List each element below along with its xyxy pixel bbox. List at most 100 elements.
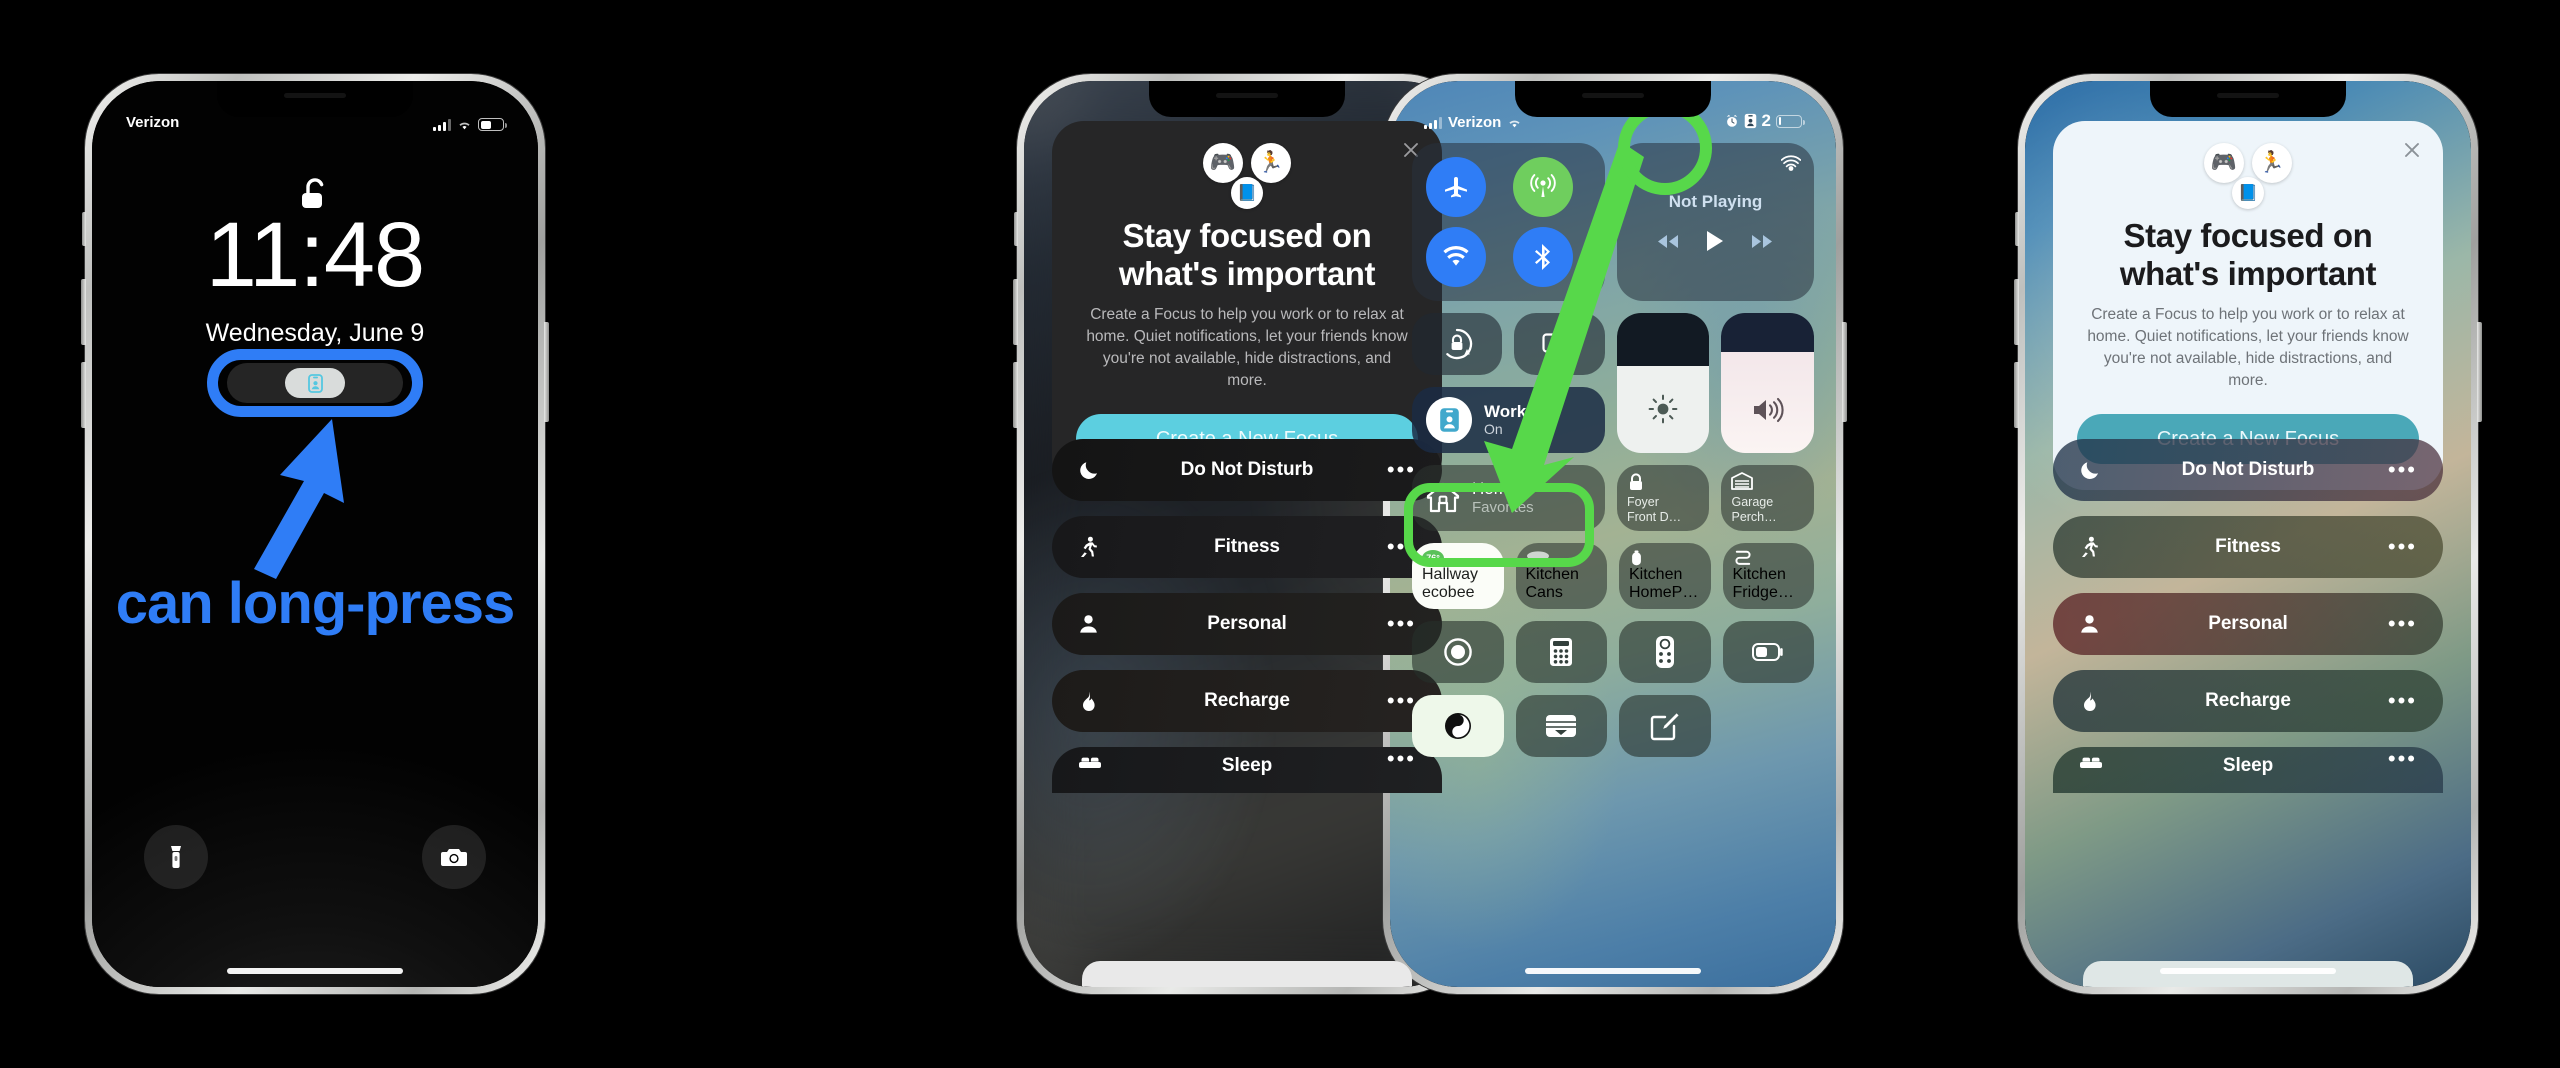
running-person-emoji: 🏃 bbox=[2252, 143, 2292, 183]
game-controller-emoji: 🎮 bbox=[2204, 143, 2244, 183]
silent-switch[interactable] bbox=[2015, 212, 2019, 246]
screenshot-canvas: Verizon 11:48 Wednesday, June 9 can long… bbox=[0, 0, 2560, 1068]
camera-icon[interactable] bbox=[422, 825, 486, 889]
apple-tv-remote-tile[interactable] bbox=[1619, 621, 1711, 683]
annotation-highlight-rect bbox=[1404, 483, 1594, 567]
lock-screen-date: Wednesday, June 9 bbox=[205, 319, 425, 347]
flame-drop-icon bbox=[2079, 690, 2109, 712]
volume-slider[interactable] bbox=[1721, 313, 1815, 453]
focus-emoji-cluster: 🎮 🏃 📘 bbox=[2077, 143, 2419, 211]
fast-forward-icon[interactable] bbox=[1751, 234, 1773, 249]
dark-mode-tile[interactable] bbox=[1412, 695, 1504, 757]
silent-switch[interactable] bbox=[82, 212, 86, 246]
accessory-label: Hallway ecobee bbox=[1422, 566, 1479, 601]
volume-up-button[interactable] bbox=[81, 279, 86, 345]
focus-card-title: Stay focused on what's important bbox=[1118, 217, 1376, 292]
more-options-icon[interactable]: ••• bbox=[2387, 748, 2417, 770]
volume-up-button[interactable] bbox=[1013, 279, 1018, 345]
focus-row-fitness[interactable]: Fitness ••• bbox=[1052, 516, 1442, 578]
volume-down-button[interactable] bbox=[81, 362, 86, 428]
screen-record-tile[interactable] bbox=[1412, 621, 1504, 683]
flashlight-icon[interactable] bbox=[144, 825, 208, 889]
wallet-tile[interactable] bbox=[1515, 695, 1607, 757]
screen: Verizon bbox=[92, 81, 538, 987]
home-accessory-kitchen-homepod[interactable]: Kitchen HomeP… bbox=[1619, 543, 1711, 609]
focus-intro-card: 🎮 🏃 📘 Stay focused on what's important C… bbox=[1052, 121, 1442, 491]
accessory-label: Kitchen Fridge… bbox=[1732, 566, 1794, 601]
focus-list: Do Not Disturb ••• Fitness ••• Personal … bbox=[1052, 439, 1442, 808]
screen-record-icon bbox=[1443, 638, 1472, 666]
focus-row-label: Personal bbox=[2208, 613, 2288, 634]
wifi-icon bbox=[459, 122, 470, 129]
wifi-icon bbox=[1509, 120, 1520, 127]
notes-icon bbox=[1650, 713, 1679, 741]
focus-row-personal[interactable]: Personal ••• bbox=[2053, 593, 2443, 655]
outlet-strip-icon bbox=[1735, 550, 1750, 565]
focus-row-fitness[interactable]: Fitness ••• bbox=[2053, 516, 2443, 578]
annotation-highlight-oval bbox=[207, 349, 423, 417]
more-options-icon[interactable]: ••• bbox=[2387, 689, 2417, 711]
more-options-icon[interactable]: ••• bbox=[2387, 458, 2417, 480]
control-center-apps bbox=[1412, 621, 1814, 757]
phone-3-control-center: Verizon 2 Not Playing Work On Home Favor… bbox=[1379, 74, 1847, 994]
carrier-label: Verizon bbox=[1448, 114, 1502, 131]
notch bbox=[1515, 81, 1711, 117]
volume-up-button[interactable] bbox=[2014, 279, 2019, 345]
more-options-icon[interactable]: ••• bbox=[2387, 612, 2417, 634]
running-person-icon bbox=[2079, 536, 2109, 558]
side-power-button[interactable] bbox=[1842, 322, 1847, 422]
focus-row-personal[interactable]: Personal ••• bbox=[1052, 593, 1442, 655]
cellular-bars-icon bbox=[433, 118, 451, 131]
bed-icon bbox=[1078, 755, 1108, 771]
focus-card-body: Create a Focus to help you work or to re… bbox=[1086, 306, 1408, 390]
home-indicator[interactable] bbox=[2160, 968, 2336, 974]
focus-row-label: Fitness bbox=[1214, 536, 1280, 557]
brightness-icon bbox=[1648, 394, 1678, 429]
focus-row-recharge[interactable]: Recharge ••• bbox=[1052, 670, 1442, 732]
accessory-label: Garage Perch… bbox=[1731, 495, 1777, 524]
calculator-tile[interactable] bbox=[1515, 621, 1607, 683]
home-indicator[interactable] bbox=[1525, 968, 1701, 974]
moon-icon bbox=[2079, 459, 2109, 481]
notch bbox=[217, 81, 413, 117]
airplay-icon[interactable] bbox=[1780, 154, 1802, 179]
silent-switch[interactable] bbox=[1014, 212, 1018, 246]
focus-row-do-not-disturb[interactable]: Do Not Disturb ••• bbox=[2053, 439, 2443, 501]
volume-down-button[interactable] bbox=[2014, 362, 2019, 428]
apple-tv-remote-icon bbox=[1655, 636, 1674, 668]
accessory-label: Kitchen Cans bbox=[1525, 566, 1579, 601]
annotation-arrow-up bbox=[220, 411, 360, 586]
game-controller-emoji: 🎮 bbox=[1203, 143, 1243, 183]
book-emoji: 📘 bbox=[1231, 177, 1263, 209]
focus-card-body: Create a Focus to help you work or to re… bbox=[2087, 306, 2409, 390]
lock-screen-time: 11:48 bbox=[205, 204, 425, 306]
book-emoji: 📘 bbox=[2232, 177, 2264, 209]
more-options-icon[interactable]: ••• bbox=[2387, 535, 2417, 557]
flame-drop-icon bbox=[1078, 690, 1108, 712]
annotation-caption: can long-press bbox=[115, 571, 516, 636]
cellular-bars-icon bbox=[1424, 116, 1442, 129]
volume-icon bbox=[1752, 396, 1784, 429]
side-power-button[interactable] bbox=[2477, 322, 2482, 422]
volume-down-button[interactable] bbox=[1013, 362, 1018, 428]
battery-icon bbox=[478, 118, 507, 131]
focus-row-sleep[interactable]: Sleep ••• bbox=[1052, 747, 1442, 793]
home-accessory-garage[interactable]: Garage Perch… bbox=[1721, 465, 1815, 531]
side-power-button[interactable] bbox=[544, 322, 549, 422]
dark-mode-icon bbox=[1444, 713, 1471, 739]
bed-icon bbox=[2079, 755, 2109, 771]
work-focus-icon bbox=[1744, 113, 1756, 129]
focus-row-label: Recharge bbox=[1204, 690, 1290, 711]
focus-intro-card: 🎮 🏃 📘 Stay focused on what's important C… bbox=[2053, 121, 2443, 491]
focus-row-do-not-disturb[interactable]: Do Not Disturb ••• bbox=[1052, 439, 1442, 501]
play-icon[interactable] bbox=[1705, 230, 1725, 252]
home-indicator[interactable] bbox=[227, 968, 403, 974]
focus-row-recharge[interactable]: Recharge ••• bbox=[2053, 670, 2443, 732]
annotation-arrow-down-green bbox=[1448, 135, 1648, 520]
rewind-icon[interactable] bbox=[1657, 234, 1679, 249]
notes-tile[interactable] bbox=[1619, 695, 1711, 757]
focus-row-label: Fitness bbox=[2215, 536, 2281, 557]
home-accessory-kitchen-fridge[interactable]: Kitchen Fridge… bbox=[1722, 543, 1814, 609]
focus-row-sleep[interactable]: Sleep ••• bbox=[2053, 747, 2443, 793]
low-power-mode-tile[interactable] bbox=[1722, 621, 1814, 683]
